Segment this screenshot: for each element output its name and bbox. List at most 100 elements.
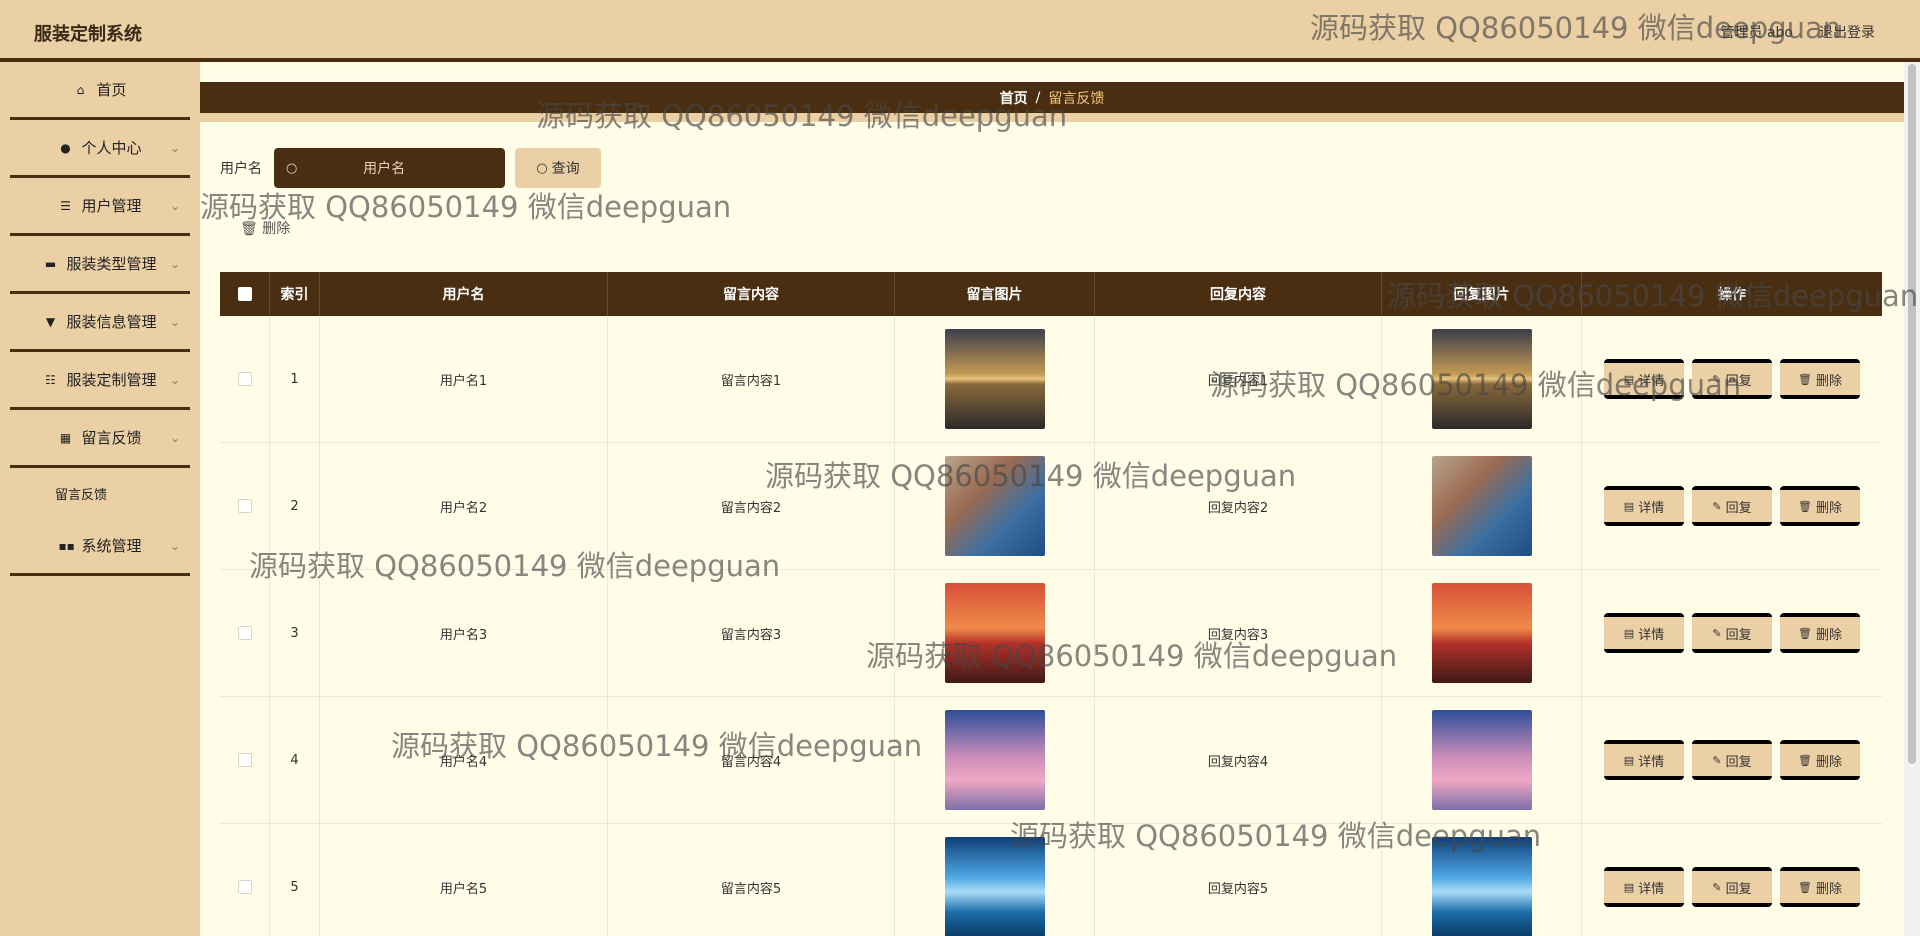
current-user-label[interactable]: 管理员 abo	[1721, 22, 1793, 42]
trash-icon: 🗑	[1798, 626, 1812, 640]
reply-image[interactable]	[1431, 583, 1532, 683]
sidebar-item-personal-center[interactable]: ● 个人中心 ⌄	[10, 120, 190, 178]
row-checkbox[interactable]	[237, 626, 252, 640]
chevron-down-icon: ⌄	[169, 373, 180, 387]
row-check-cell	[220, 696, 270, 824]
row-index: 5	[270, 823, 320, 936]
delete-button[interactable]: 🗑 删除	[1780, 867, 1860, 907]
reply-image[interactable]	[1431, 710, 1532, 810]
table-row: 4 用户名4 留言内容4 回复内容4 ▤ 详情 ✎ 回复 🗑 删除	[220, 696, 1882, 824]
delete-button[interactable]: 🗑 删除	[1780, 486, 1860, 526]
delete-label: 删除	[1815, 754, 1842, 770]
reply-button[interactable]: ✎ 回复	[1692, 359, 1772, 399]
document-icon: ▤	[1623, 880, 1635, 894]
row-check-cell	[220, 569, 270, 697]
sidebar-item-clothing-type[interactable]: ▬ 服装类型管理 ⌄	[10, 236, 190, 294]
message-image[interactable]	[944, 456, 1045, 556]
detail-button[interactable]: ▤ 详情	[1604, 740, 1684, 780]
row-checkbox[interactable]	[237, 880, 252, 894]
sidebar-item-system[interactable]: ▪▪ 系统管理 ⌄	[10, 518, 190, 576]
delete-label: 删除	[1815, 500, 1842, 516]
row-index: 3	[270, 569, 320, 697]
vertical-scrollbar[interactable]	[1904, 62, 1920, 936]
breadcrumb-current: 留言反馈	[1048, 90, 1105, 107]
row-reply-image-cell	[1382, 315, 1582, 443]
message-image[interactable]	[944, 329, 1045, 429]
row-index: 2	[270, 442, 320, 570]
detail-label: 详情	[1638, 627, 1665, 643]
chevron-down-icon: ⌄	[169, 141, 180, 155]
row-reply: 回复内容1	[1095, 315, 1382, 443]
chevron-down-icon: ⌄	[169, 315, 180, 329]
row-actions: ▤ 详情 ✎ 回复 🗑 删除	[1582, 824, 1882, 936]
reply-label: 回复	[1725, 881, 1752, 897]
reply-image[interactable]	[1431, 329, 1532, 429]
breadcrumb-home[interactable]: 首页	[1000, 88, 1028, 108]
chevron-down-icon: ⌄	[169, 257, 180, 271]
delete-button[interactable]: 🗑 删除	[1780, 740, 1860, 780]
delete-button[interactable]: 🗑 删除	[1780, 613, 1860, 653]
sidebar-item-label: 服装类型管理	[66, 255, 157, 273]
reply-button[interactable]: ✎ 回复	[1692, 867, 1772, 907]
scrollbar-thumb[interactable]	[1908, 64, 1916, 764]
breadcrumb-separator: /	[1035, 89, 1041, 106]
row-checkbox[interactable]	[237, 499, 252, 513]
row-reply-image-cell	[1382, 569, 1582, 697]
detail-button[interactable]: ▤ 详情	[1604, 486, 1684, 526]
column-header: 回复图片	[1382, 272, 1582, 316]
sidebar-item-home[interactable]: ⌂ 首页	[10, 62, 190, 120]
document-icon: ▤	[1623, 372, 1635, 386]
detail-button[interactable]: ▤ 详情	[1604, 867, 1684, 907]
edit-icon: ✎	[1712, 626, 1722, 640]
trash-icon: 🗑	[1798, 499, 1812, 513]
row-index: 1	[270, 315, 320, 443]
column-header: 用户名	[320, 272, 608, 316]
sidebar-item-clothing-info[interactable]: ▼ 服装信息管理 ⌄	[10, 294, 190, 352]
table-row: 3 用户名3 留言内容3 回复内容3 ▤ 详情 ✎ 回复 🗑 删除	[220, 569, 1882, 697]
sidebar-item-label: 个人中心	[81, 139, 142, 157]
reply-button[interactable]: ✎ 回复	[1692, 486, 1772, 526]
sidebar-item-label: 用户管理	[81, 197, 142, 215]
message-image[interactable]	[944, 710, 1045, 810]
bulk-delete-label: 删除	[262, 221, 291, 237]
reply-button[interactable]: ✎ 回复	[1692, 613, 1772, 653]
breadcrumb: 首页 / 留言反馈	[200, 82, 1904, 122]
person-icon: ●	[60, 140, 71, 155]
trash-icon: 🗑	[240, 221, 258, 237]
row-username: 用户名3	[320, 569, 608, 697]
detail-label: 详情	[1638, 881, 1665, 897]
apps-icon: ▪▪	[58, 538, 75, 553]
query-button[interactable]: ○ 查询	[515, 148, 601, 188]
select-all-checkbox[interactable]	[237, 287, 252, 301]
app-title: 服装定制系统	[34, 24, 142, 45]
sidebar-item-user-management[interactable]: ☰ 用户管理 ⌄	[10, 178, 190, 236]
detail-button[interactable]: ▤ 详情	[1604, 359, 1684, 399]
delete-button[interactable]: 🗑 删除	[1780, 359, 1860, 399]
search-placeholder: 用户名	[363, 161, 406, 177]
row-reply-image-cell	[1382, 696, 1582, 824]
sidebar-item-feedback[interactable]: ▦ 留言反馈 ⌄	[10, 410, 190, 468]
detail-label: 详情	[1638, 500, 1665, 516]
feedback-table: 索引 用户名 留言内容 留言图片 回复内容 回复图片 操作 1 用户名1 留言内…	[220, 272, 1882, 936]
detail-button[interactable]: ▤ 详情	[1604, 613, 1684, 653]
reply-button[interactable]: ✎ 回复	[1692, 740, 1772, 780]
row-reply: 回复内容2	[1095, 442, 1382, 570]
row-username: 用户名5	[320, 823, 608, 936]
sidebar-item-clothing-custom[interactable]: ☷ 服装定制管理 ⌄	[10, 352, 190, 410]
trash-icon: 🗑	[1798, 372, 1812, 386]
row-message: 留言内容1	[608, 315, 895, 443]
message-image[interactable]	[944, 583, 1045, 683]
edit-icon: ✎	[1712, 880, 1722, 894]
sidebar-subitem-feedback[interactable]: 留言反馈	[0, 468, 200, 518]
hanger-icon: ▼	[45, 314, 56, 329]
row-message: 留言内容4	[608, 696, 895, 824]
reply-image[interactable]	[1431, 456, 1532, 556]
logout-link[interactable]: 退出登录	[1819, 22, 1875, 42]
row-checkbox[interactable]	[237, 753, 252, 767]
bulk-delete-button[interactable]: 🗑 删除	[240, 218, 290, 238]
search-input[interactable]: ○ 用户名	[274, 148, 505, 188]
message-image[interactable]	[944, 837, 1045, 936]
reply-image[interactable]	[1431, 837, 1532, 936]
row-username: 用户名4	[320, 696, 608, 824]
row-checkbox[interactable]	[237, 372, 252, 386]
